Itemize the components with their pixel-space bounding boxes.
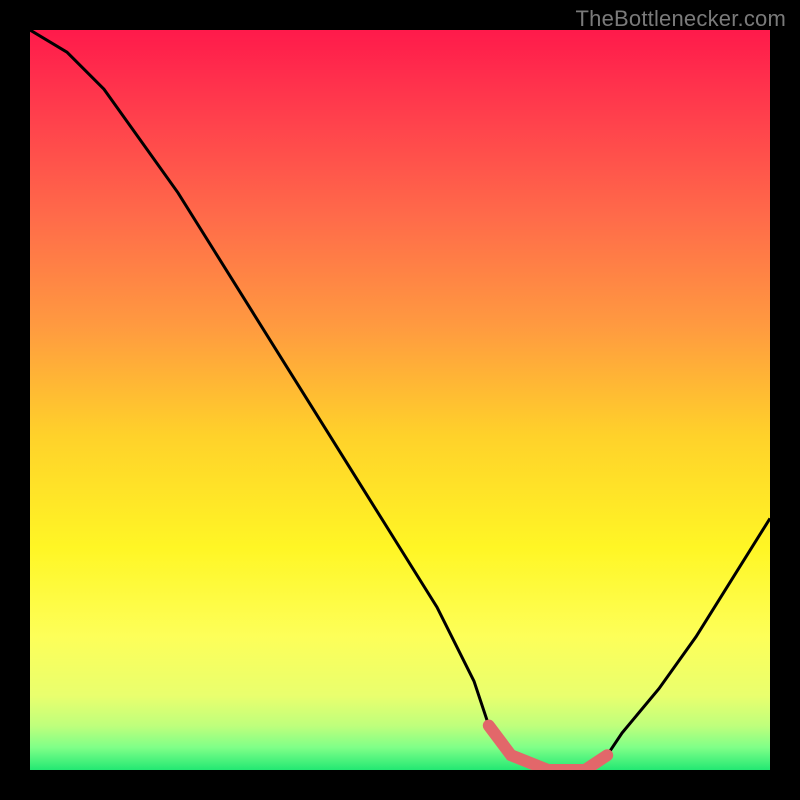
chart-plot: [30, 30, 770, 770]
watermark-text: TheBottlenecker.com: [576, 6, 786, 32]
chart-frame: TheBottlenecker.com: [0, 0, 800, 800]
chart-svg: [30, 30, 770, 770]
